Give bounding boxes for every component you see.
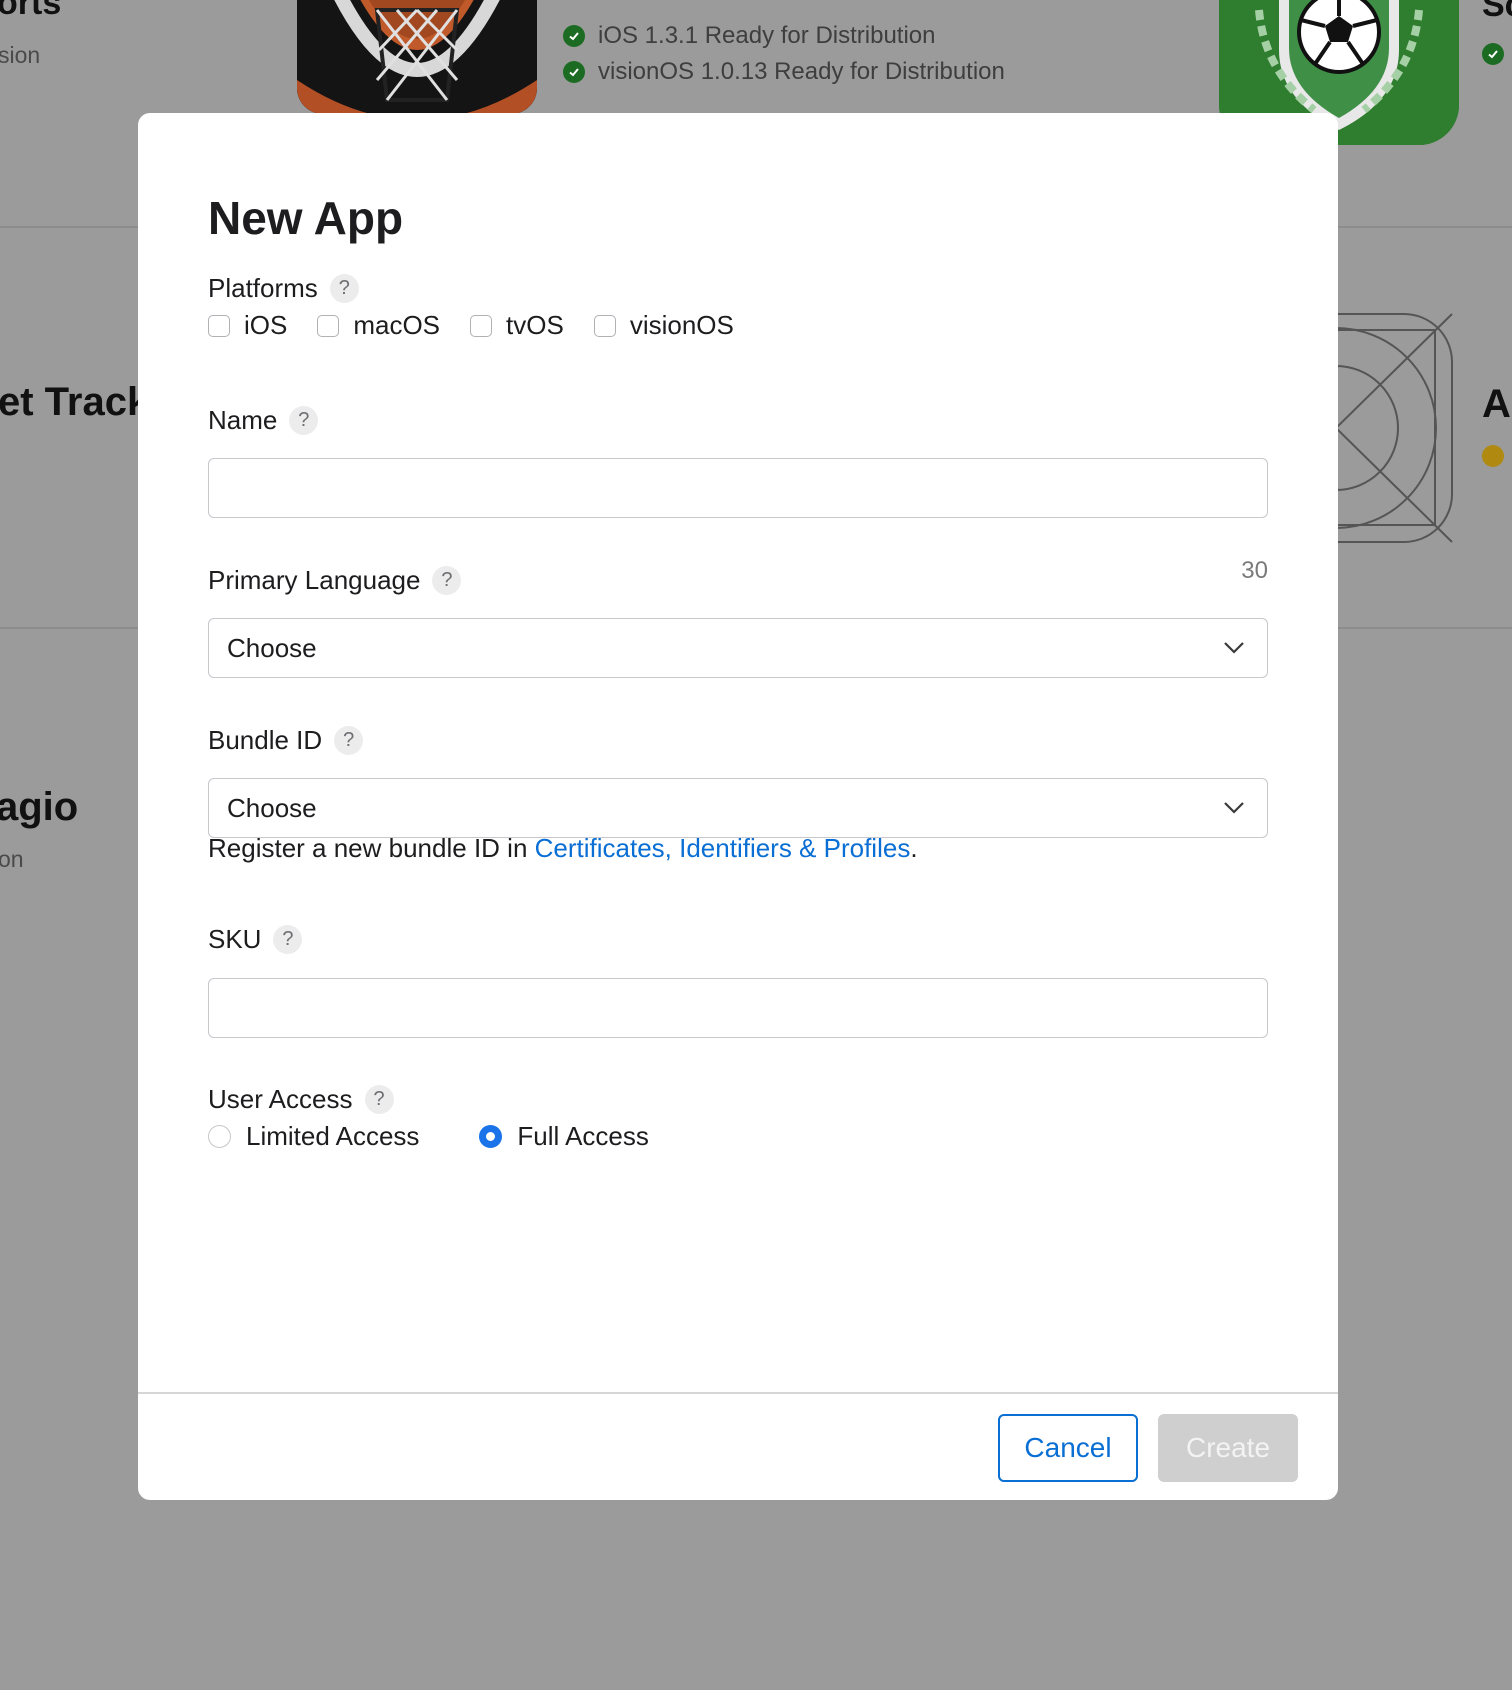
create-button[interactable]: Create [1158, 1414, 1298, 1482]
dialog-title: New App [208, 192, 404, 244]
full-access-radio[interactable]: Full Access [479, 1121, 649, 1152]
platform-checkbox-macos[interactable]: macOS [317, 310, 440, 341]
check-circle-icon [1482, 43, 1504, 65]
check-circle-icon [563, 25, 585, 47]
checkbox[interactable] [470, 314, 493, 337]
primary-language-label: Primary Language ? [208, 565, 462, 596]
platform-options: iOS macOS tvOS visionOS [208, 310, 764, 341]
radio-button-selected[interactable] [479, 1125, 503, 1148]
user-access-options: Limited Access Full Access [208, 1121, 709, 1152]
radio-button[interactable] [208, 1125, 231, 1148]
bundle-id-select[interactable]: Choose [208, 778, 1268, 838]
name-char-count: 30 [1241, 557, 1268, 584]
checkbox[interactable] [317, 314, 340, 337]
bundle-id-label: Bundle ID ? [208, 725, 364, 756]
name-input[interactable] [208, 458, 1268, 518]
sku-input[interactable] [208, 978, 1268, 1038]
platforms-label: Platforms ? [208, 273, 359, 304]
app-card-title[interactable]: et Track [0, 380, 149, 425]
platform-checkbox-tvos[interactable]: tvOS [470, 310, 564, 341]
help-icon[interactable]: ? [289, 406, 319, 435]
app-card-title[interactable]: Sc [1482, 0, 1512, 25]
limited-access-radio[interactable]: Limited Access [208, 1121, 419, 1152]
distribution-status: iOS 1.3.1 Ready for Distribution [563, 22, 936, 50]
help-icon[interactable]: ? [364, 1085, 394, 1114]
user-access-label: User Access ? [208, 1084, 394, 1115]
certificates-link[interactable]: Certificates, Identifiers & Profiles [535, 833, 911, 863]
clock-icon [1482, 445, 1504, 467]
footer-divider [138, 1392, 1338, 1394]
checkbox[interactable] [208, 314, 230, 337]
platform-checkbox-ios[interactable]: iOS [208, 310, 287, 341]
help-icon[interactable]: ? [334, 726, 364, 755]
app-card-subtitle: sion [0, 42, 41, 68]
app-placeholder-icon[interactable] [1219, 312, 1455, 544]
distribution-status: visionOS 1.0.13 Ready for Distribution [563, 58, 1005, 86]
new-app-dialog: New App Platforms ? iOS macOS tvOS visio… [138, 113, 1338, 1500]
check-circle-icon [563, 61, 585, 83]
help-icon[interactable]: ? [329, 274, 359, 303]
primary-language-select[interactable]: Choose [208, 618, 1268, 678]
name-label: Name ? [208, 405, 319, 436]
basketball-app-icon[interactable] [297, 0, 537, 114]
platform-checkbox-visionos[interactable]: visionOS [593, 310, 734, 341]
app-card-title[interactable]: orts [0, 0, 61, 23]
sku-label: SKU ? [208, 924, 303, 955]
app-card-subtitle: on [0, 846, 24, 872]
app-card-title[interactable]: A [1482, 382, 1511, 427]
chevron-down-icon [1223, 801, 1245, 815]
app-card-title[interactable]: agio [0, 785, 78, 830]
cancel-button[interactable]: Cancel [998, 1414, 1138, 1482]
help-icon[interactable]: ? [432, 566, 462, 595]
help-icon[interactable]: ? [273, 925, 303, 954]
bundle-id-help: Register a new bundle ID in Certificates… [208, 833, 918, 863]
checkbox[interactable] [593, 314, 616, 337]
chevron-down-icon [1223, 641, 1245, 655]
